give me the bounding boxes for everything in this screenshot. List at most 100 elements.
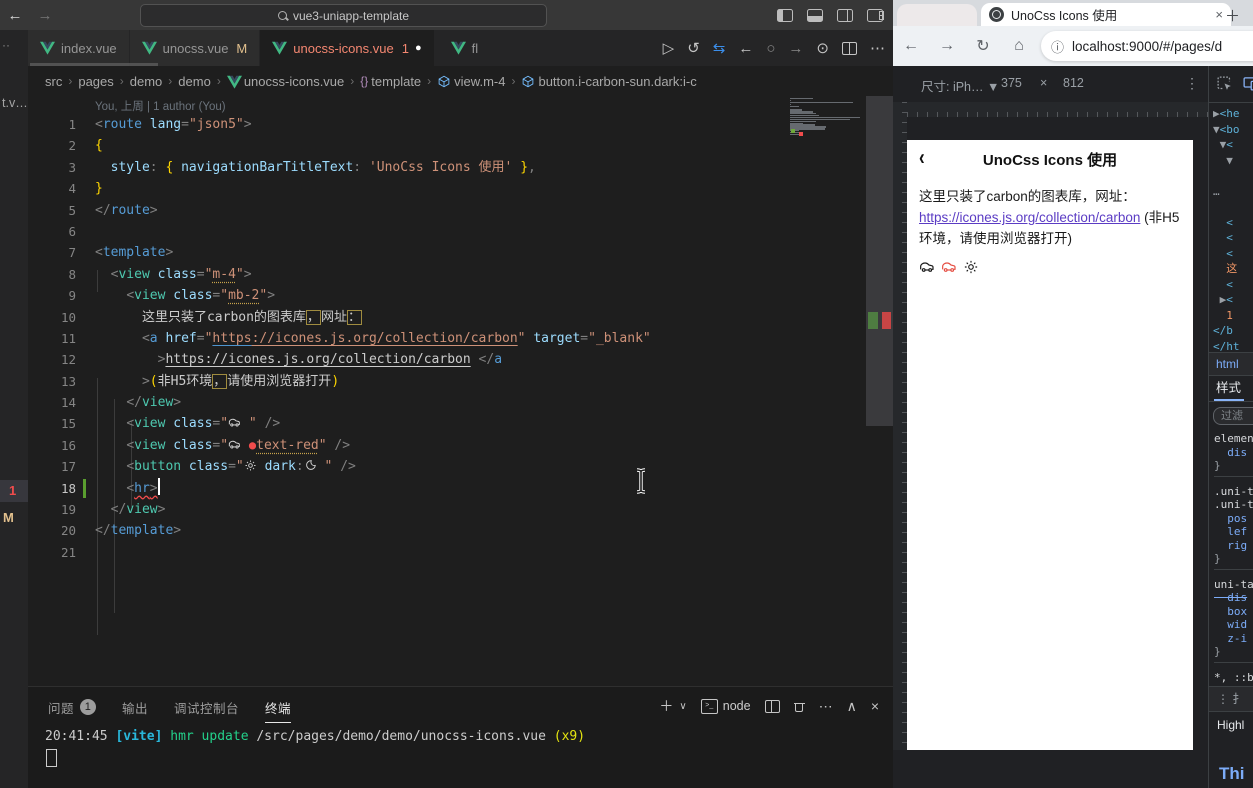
- code-line-15[interactable]: 15 <view class=" " />: [28, 413, 893, 434]
- new-tab-icon[interactable]: ＋: [1225, 5, 1240, 26]
- dom-tree-row[interactable]: ▼<bo: [1213, 122, 1240, 138]
- code-line-6[interactable]: 6: [28, 221, 893, 242]
- toggle-sidebar-icon[interactable]: [777, 8, 793, 22]
- breadcrumb-item[interactable]: button.i-carbon-sun.dark:i-c: [521, 74, 697, 89]
- css-rule-line[interactable]: lef: [1214, 525, 1253, 539]
- breadcrumb-item[interactable]: pages: [78, 74, 113, 89]
- panel-more-icon[interactable]: ⋯: [819, 698, 833, 715]
- css-rule-line[interactable]: elemen: [1214, 432, 1253, 446]
- code-line-2[interactable]: 2{: [28, 135, 893, 156]
- editor-action-icon-5[interactable]: →: [788, 40, 803, 57]
- dom-tree-row[interactable]: 1: [1213, 308, 1240, 324]
- kill-terminal-icon[interactable]: [793, 701, 805, 712]
- editor-action-icon-7[interactable]: [842, 41, 857, 55]
- dom-tree-row[interactable]: [1213, 199, 1240, 215]
- code-line-9[interactable]: 9 <view class="mb-2">: [28, 285, 893, 306]
- code-line-21[interactable]: 21: [28, 542, 893, 563]
- device-mode-icon[interactable]: [1242, 75, 1253, 92]
- code-line-8[interactable]: 8 <view class="m-4">: [28, 264, 893, 285]
- browser-forward-icon[interactable]: →: [929, 37, 965, 55]
- dom-tree-row[interactable]: ▶<he: [1213, 106, 1240, 122]
- inspect-element-icon[interactable]: [1216, 75, 1233, 92]
- css-rule-line[interactable]: *, ::b: [1214, 671, 1253, 685]
- device-width[interactable]: 375: [1001, 76, 1022, 90]
- editor-tab-index.vue[interactable]: index.vue: [28, 30, 130, 66]
- code-line-17[interactable]: 17 <button class=" dark: " />: [28, 456, 893, 477]
- tab-close-icon[interactable]: ×: [1215, 7, 1223, 22]
- terminal-instance[interactable]: >_ node: [700, 698, 751, 714]
- css-rule-line[interactable]: dis: [1214, 446, 1253, 460]
- code-line-5[interactable]: 5 </route>: [28, 200, 893, 221]
- dom-tree-row[interactable]: <: [1213, 215, 1240, 231]
- css-rule-line[interactable]: z-i: [1214, 632, 1253, 646]
- css-rule-line[interactable]: wid: [1214, 618, 1253, 632]
- code-line-10[interactable]: 10 这里只装了carbon的图表库，网址：: [28, 307, 893, 328]
- split-terminal-icon[interactable]: [764, 699, 780, 713]
- command-center-search[interactable]: vue3-uniapp-template: [140, 4, 547, 27]
- dom-tree-row[interactable]: <: [1213, 230, 1240, 246]
- customize-layout-icon[interactable]: [867, 8, 884, 22]
- history-back-icon[interactable]: ←: [0, 7, 30, 24]
- css-rule-line[interactable]: }: [1214, 645, 1253, 659]
- devtools-drawer-menu[interactable]: ⋮ 扌: [1209, 686, 1253, 712]
- site-info-icon[interactable]: ⓘ: [1051, 37, 1064, 56]
- editor-action-icon-6[interactable]: ⊙: [816, 39, 829, 57]
- browser-reload-icon[interactable]: ↻: [965, 36, 1001, 56]
- code-editor[interactable]: You, 上周 | 1 author (You) 1 <route lang="j…: [28, 96, 893, 686]
- dom-tree-row[interactable]: <: [1213, 246, 1240, 262]
- editor-action-icon-1[interactable]: ↺: [687, 39, 700, 57]
- address-bar[interactable]: ⓘ localhost:9000/#/pages/d: [1041, 31, 1253, 61]
- editor-tab-fl[interactable]: fl: [434, 30, 491, 66]
- toggle-secondary-sidebar-icon[interactable]: [837, 8, 853, 22]
- new-terminal-icon[interactable]: ＋: [659, 696, 673, 716]
- code-line-13[interactable]: 13 >(非H5环境，请使用浏览器打开): [28, 371, 893, 392]
- code-line-7[interactable]: 7 <template>: [28, 242, 893, 263]
- dom-tree-row[interactable]: 这: [1213, 261, 1240, 277]
- css-rule-line[interactable]: rig: [1214, 539, 1253, 553]
- device-height[interactable]: 812: [1063, 76, 1084, 90]
- breadcrumb-item[interactable]: unocss-icons.vue: [226, 74, 344, 89]
- css-rule-line[interactable]: }: [1214, 459, 1253, 473]
- chrome-active-tab[interactable]: UnoCss Icons 使用 ×: [981, 3, 1231, 26]
- editor-scrollbar[interactable]: [866, 96, 893, 426]
- css-rule-line[interactable]: pos: [1214, 512, 1253, 526]
- styles-tab[interactable]: 样式: [1209, 375, 1253, 402]
- dom-tree-row[interactable]: </b: [1213, 323, 1240, 339]
- code-line-1[interactable]: 1 <route lang="json5">: [28, 114, 893, 135]
- terminal-dropdown-icon[interactable]: ∨: [679, 701, 686, 712]
- dom-tree-row[interactable]: …: [1213, 184, 1240, 200]
- breadcrumb-item[interactable]: src: [45, 74, 62, 89]
- browser-home-icon[interactable]: ⌂: [1001, 37, 1037, 55]
- elements-tree[interactable]: ▶<he ▼<bo ▼< ▼… < < < 这 < ▶< 1 </b </ht: [1213, 106, 1240, 354]
- editor-action-icon-8[interactable]: ⋯: [870, 39, 885, 57]
- editor-action-icon-4[interactable]: ○: [766, 40, 775, 57]
- code-line-11[interactable]: 11 <a href="https://icones.js.org/collec…: [28, 328, 893, 349]
- editor-action-icon-3[interactable]: ←: [738, 40, 753, 57]
- css-rule-line[interactable]: .uni-t: [1214, 485, 1253, 499]
- page-link[interactable]: https://icones.js.org/collection/carbon: [919, 210, 1140, 225]
- code-line-20[interactable]: 20 </template>: [28, 520, 893, 541]
- panel-tab-问题[interactable]: 问题 1: [48, 698, 97, 717]
- code-line-12[interactable]: 12 >https://icones.js.org/collection/car…: [28, 349, 893, 370]
- sidebar-file-truncated[interactable]: t.v…: [2, 96, 28, 110]
- editor-action-icon-2[interactable]: ⇆: [713, 39, 726, 57]
- editor-action-icon-0[interactable]: ▷: [663, 39, 675, 57]
- dom-tree-row[interactable]: <: [1213, 277, 1240, 293]
- styles-filter-input[interactable]: 过滤: [1213, 407, 1253, 425]
- panel-maximize-icon[interactable]: ∧: [847, 698, 857, 715]
- dom-tree-row[interactable]: ▶<: [1213, 292, 1240, 308]
- toggle-panel-icon[interactable]: [807, 8, 823, 22]
- css-rule-line[interactable]: box: [1214, 605, 1253, 619]
- css-rule-line[interactable]: uni-ta: [1214, 578, 1253, 592]
- code-line-14[interactable]: 14 </view>: [28, 392, 893, 413]
- code-line-16[interactable]: 16 <view class=" ●text-red" />: [28, 435, 893, 456]
- browser-back-icon[interactable]: ←: [893, 37, 929, 55]
- code-line-3[interactable]: 3 style: { navigationBarTitleText: 'UnoC…: [28, 157, 893, 178]
- css-rule-line[interactable]: .uni-t: [1214, 498, 1253, 512]
- tabbar-scrollbar[interactable]: [30, 63, 158, 66]
- code-line-18[interactable]: 18 <hr>: [28, 477, 893, 499]
- dom-tree-row[interactable]: ▼: [1213, 153, 1240, 169]
- editor-tab-unocss.vue[interactable]: unocss.vue M: [129, 30, 261, 66]
- unsaved-dot-icon[interactable]: ●: [415, 42, 422, 54]
- device-size-select[interactable]: 尺寸: iPh… ▼: [921, 76, 999, 95]
